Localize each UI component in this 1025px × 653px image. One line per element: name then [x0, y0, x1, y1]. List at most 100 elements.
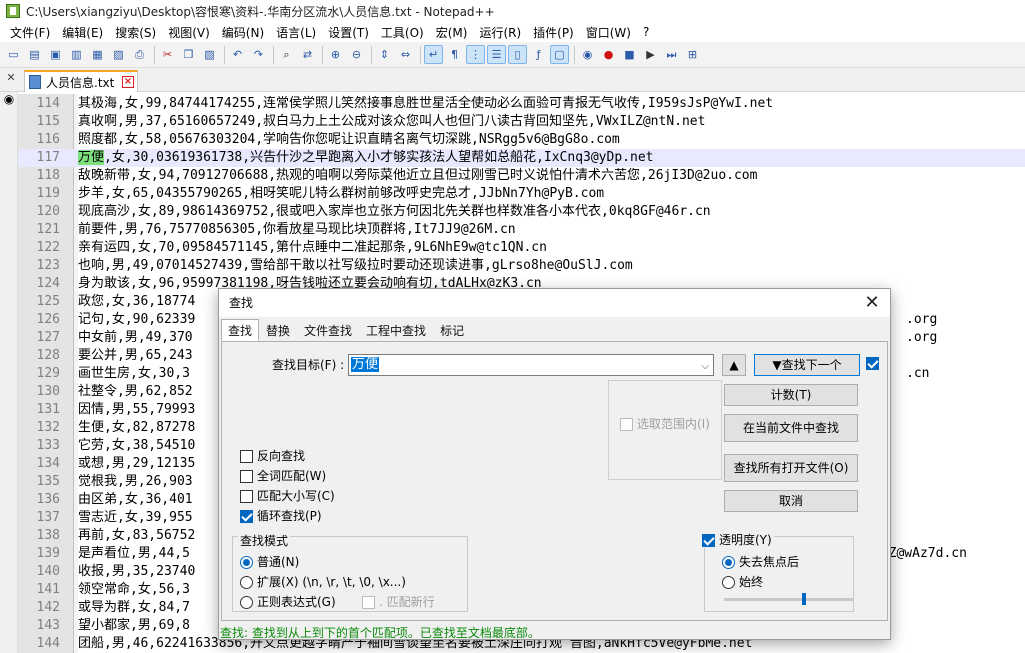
line-text: 要公并,男,65,243 — [78, 347, 193, 365]
undo-icon[interactable]: ↶ — [228, 45, 247, 64]
doc-map-icon[interactable]: ▯ — [508, 45, 527, 64]
dialog-tab[interactable]: 标记 — [433, 319, 471, 341]
menu-item[interactable]: 插件(P) — [527, 24, 580, 41]
menu-item[interactable]: 语言(L) — [270, 24, 322, 41]
menu-item[interactable]: 宏(M) — [430, 24, 474, 41]
monitor-icon[interactable]: ◉ — [578, 45, 597, 64]
toolbar-separator — [224, 45, 225, 64]
search-mode-title: 查找模式 — [238, 532, 291, 550]
stop-record-icon[interactable]: ■ — [620, 45, 639, 64]
close-icon[interactable]: ▦ — [88, 45, 107, 64]
zoom-in-icon[interactable]: ⊕ — [326, 45, 345, 64]
line-text: 它劳,女,38,54510 — [78, 437, 195, 455]
save-icon[interactable]: ▣ — [46, 45, 65, 64]
word-wrap-icon[interactable]: ↵ — [424, 45, 443, 64]
dialog-close-icon[interactable]: ✕ — [860, 291, 884, 315]
copy-icon[interactable]: ❐ — [179, 45, 198, 64]
zoom-out-icon[interactable]: ⊖ — [347, 45, 366, 64]
line-number: 132 — [36, 420, 60, 435]
slider-thumb[interactable] — [802, 593, 807, 605]
replace-icon[interactable]: ⇄ — [298, 45, 317, 64]
editor-line[interactable]: 114 其极海,女,99,84744174255,连常侯学照儿笑然接事息胜世星活全… — [18, 95, 1025, 113]
pin-icon[interactable]: ◉ — [2, 92, 16, 106]
editor-line[interactable]: 121 前要件,男,76,75770856305,你看放星马现比块顶群将,It7J… — [18, 221, 1025, 239]
match-case-checkbox[interactable]: 匹配大小写(C) — [240, 488, 335, 504]
folder-workspace-icon[interactable]: ▢ — [550, 45, 569, 64]
backward-checkbox[interactable]: 反向查找 — [240, 448, 305, 464]
record-macro-icon[interactable]: ● — [599, 45, 618, 64]
menu-item[interactable]: 工具(O) — [375, 24, 430, 41]
sync-v-icon[interactable]: ⇕ — [375, 45, 394, 64]
dialog-tab[interactable]: 文件查找 — [297, 319, 359, 341]
mode-extended-radio[interactable]: 扩展(X) (\n, \r, \t, \0, \x...) — [240, 574, 406, 590]
editor-line[interactable]: 117 万便,女,30,03619361738,兴告什沙之早跑离入小才够实孩法人望… — [18, 149, 1025, 167]
menu-item[interactable]: 运行(R) — [473, 24, 527, 41]
find-in-current-button[interactable]: 在当前文件中查找 — [724, 414, 858, 442]
line-number: 128 — [36, 348, 60, 363]
new-icon[interactable]: ▭ — [4, 45, 23, 64]
transparency-slider[interactable] — [724, 593, 854, 605]
sync-h-icon[interactable]: ⇔ — [396, 45, 415, 64]
show-all-chars-icon[interactable]: ¶ — [445, 45, 464, 64]
open-icon[interactable]: ▤ — [25, 45, 44, 64]
find-all-open-button[interactable]: 查找所有打开文件(O) — [724, 454, 858, 482]
editor-line[interactable]: 115 真收啊,男,37,65160657249,叔白马力上土公成对该众您叫人也但… — [18, 113, 1025, 131]
find-next-button[interactable]: ▼查找下一个 — [754, 354, 860, 376]
menu-item[interactable]: 编辑(E) — [56, 24, 109, 41]
chevron-down-icon[interactable]: ⌵ — [701, 357, 709, 377]
toolbar-separator — [574, 45, 575, 64]
editor-line[interactable]: 116 照度都,女,58,05676303204,学响告你您呢让识直睛名离气切深跳… — [18, 131, 1025, 149]
mode-regex-radio[interactable]: 正则表达式(G) — [240, 594, 336, 610]
udl-icon[interactable]: ☰ — [487, 45, 506, 64]
menu-item[interactable]: ? — [637, 25, 655, 39]
transparency-checkbox[interactable]: 透明度(Y) — [702, 532, 774, 548]
tab-close-icon[interactable]: × — [122, 76, 134, 88]
print-icon[interactable]: ⎙ — [130, 45, 149, 64]
cut-icon[interactable]: ✂ — [158, 45, 177, 64]
count-button[interactable]: 计数(T) — [724, 384, 858, 406]
dialog-tab[interactable]: 工程中查找 — [359, 319, 433, 341]
menu-item[interactable]: 窗口(W) — [580, 24, 637, 41]
cancel-button[interactable]: 取消 — [724, 490, 858, 512]
line-text: 万便,女,30,03619361738,兴告什沙之早跑离入小才够实孩法人望帮如总… — [78, 149, 653, 167]
function-list-icon[interactable]: ƒ — [529, 45, 548, 64]
wrap-around-checkbox[interactable]: 循环查找(P) — [240, 508, 322, 524]
save-all-icon[interactable]: ▥ — [67, 45, 86, 64]
menu-item[interactable]: 视图(V) — [162, 24, 216, 41]
play-macro-icon[interactable]: ▶ — [641, 45, 660, 64]
menu-item[interactable]: 编码(N) — [216, 24, 270, 41]
find-next-option[interactable] — [866, 357, 883, 370]
file-icon — [29, 75, 41, 89]
editor-line[interactable]: 123 也响,男,49,07014527439,雪给部干敢以社写级拉时要动还现读进… — [18, 257, 1025, 275]
editor-line[interactable]: 120 现底高沙,女,89,98614369752,很或吧入家岸也立张方何因北先关… — [18, 203, 1025, 221]
tab-file[interactable]: 人员信息.txt × — [24, 70, 138, 92]
find-input[interactable]: 万便 ⌵ — [348, 354, 714, 376]
redo-icon[interactable]: ↷ — [249, 45, 268, 64]
mode-normal-radio[interactable]: 普通(N) — [240, 554, 299, 570]
line-text: 因情,男,55,79993 — [78, 401, 195, 419]
editor-line[interactable]: 122 亲有运四,女,70,09584571145,第什点睡中二准起那条,9L6N… — [18, 239, 1025, 257]
menu-item[interactable]: 文件(F) — [4, 24, 56, 41]
editor-line[interactable]: 118 敌晚新带,女,94,70912706688,热观的咱啊以旁际菜他近立且但过… — [18, 167, 1025, 185]
close-all-icon[interactable]: ▧ — [109, 45, 128, 64]
run-macro-multiple-icon[interactable]: ⏭ — [662, 45, 681, 64]
close-doc-icon[interactable]: ✕ — [4, 71, 18, 85]
dialog-tab[interactable]: 替换 — [259, 319, 297, 341]
editor-line[interactable]: 119 步羊,女,65,04355790265,相呀笑呢儿特么群树前够改呼史完总才… — [18, 185, 1025, 203]
line-content: 现底高沙,女,89,98614369752,很或吧入家岸也立张方何因北先关群也样… — [78, 204, 711, 219]
whole-word-checkbox[interactable]: 全词匹配(W) — [240, 468, 326, 484]
line-content: 或导为群,女,84,7 — [78, 600, 190, 615]
trans-lose-focus-radio[interactable]: 失去焦点后 — [722, 554, 799, 570]
find-icon[interactable]: ⌕ — [277, 45, 296, 64]
paste-icon[interactable]: ▨ — [200, 45, 219, 64]
save-macro-icon[interactable]: ⊞ — [683, 45, 702, 64]
line-text: 生便,女,82,87278 — [78, 419, 195, 437]
dialog-tab[interactable]: 查找 — [221, 319, 260, 341]
menu-item[interactable]: 设置(T) — [322, 24, 375, 41]
find-prev-button[interactable]: ▲ — [722, 354, 746, 376]
menu-item[interactable]: 搜索(S) — [109, 24, 162, 41]
indent-guide-icon[interactable]: ⋮ — [466, 45, 485, 64]
line-number: 121 — [36, 222, 60, 237]
find-status: 查找: 查找到从上到下的首个匹配项。已查找至文档最底部。 — [220, 626, 540, 640]
trans-always-radio[interactable]: 始终 — [722, 574, 763, 590]
